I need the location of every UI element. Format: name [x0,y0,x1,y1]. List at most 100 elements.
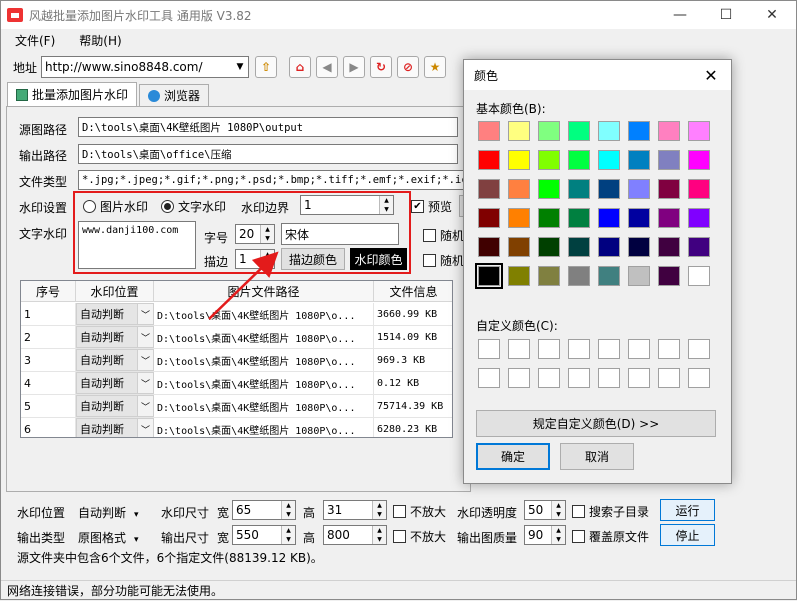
stop-button[interactable]: 停止 [660,524,715,546]
custom-color-swatch[interactable] [688,368,710,388]
output-width-spinner[interactable]: 550 ▲ ▼ [232,525,296,545]
color-swatch[interactable] [538,179,560,199]
color-swatch[interactable] [688,179,710,199]
color-swatch[interactable] [658,179,680,199]
wm-width-spinner[interactable]: 65 ▲ ▼ [232,500,296,520]
color-swatch[interactable] [568,266,590,286]
color-swatch[interactable] [568,150,590,170]
color-swatch[interactable] [538,121,560,141]
color-swatch[interactable] [568,121,590,141]
custom-color-swatch[interactable] [628,368,650,388]
chevron-down-icon[interactable]: ▾ [134,510,139,520]
color-swatch[interactable] [538,237,560,257]
color-swatch[interactable] [508,179,530,199]
color-swatch[interactable] [598,150,620,170]
color-swatch[interactable] [478,237,500,257]
chevron-down-icon[interactable]: ▾ [134,535,139,545]
tab-browser[interactable]: 浏览器 [139,84,210,106]
color-swatch[interactable] [688,208,710,228]
forward-icon[interactable]: ▶ [343,56,366,78]
color-swatch[interactable] [508,150,530,170]
color-swatch[interactable] [688,266,710,286]
color-swatch[interactable] [568,179,590,199]
define-custom-colors-button[interactable]: 规定自定义颜色(D) >> [476,410,716,437]
color-swatch[interactable] [628,266,650,286]
color-swatch[interactable] [598,266,620,286]
chevron-down-icon[interactable]: ﹀ [137,373,153,393]
column-header-path[interactable]: 图片文件路径 [154,281,374,302]
column-header-info[interactable]: 文件信息 [374,281,452,302]
table-row[interactable]: 3 自动判断 ﹀ D:\tools\桌面\4K壁纸图片 1080P\o... 96… [21,349,452,372]
color-swatch[interactable] [598,121,620,141]
custom-color-swatch[interactable] [628,339,650,359]
cancel-button[interactable]: 取消 [560,443,634,470]
color-swatch[interactable] [568,237,590,257]
table-row[interactable]: 4 自动判断 ﹀ D:\tools\桌面\4K壁纸图片 1080P\o... 0.… [21,372,452,395]
random-checkbox-2[interactable]: 随机 [423,252,464,269]
menu-file[interactable]: 文件(F) [15,32,55,49]
custom-color-swatch[interactable] [598,368,620,388]
color-swatch[interactable] [688,121,710,141]
custom-color-swatch[interactable] [658,368,680,388]
custom-color-swatch[interactable] [568,339,590,359]
tab-batch-watermark[interactable]: 批量添加图片水印 [7,82,138,106]
custom-color-swatch[interactable] [508,339,530,359]
chevron-down-icon[interactable]: ▼ [232,57,248,77]
custom-color-swatch[interactable] [508,368,530,388]
output-type-select[interactable]: 原图格式 ▾ [78,529,152,546]
color-swatch[interactable] [538,150,560,170]
close-button[interactable]: ✕ [749,1,795,29]
color-swatch[interactable] [658,121,680,141]
close-icon[interactable]: ✕ [691,60,731,90]
chevron-down-icon[interactable]: ﹀ [137,396,153,416]
column-header-position[interactable]: 水印位置 [76,281,154,302]
color-swatch[interactable] [688,237,710,257]
color-swatch[interactable] [658,266,680,286]
color-swatch[interactable] [598,208,620,228]
color-swatch[interactable] [568,208,590,228]
color-swatch[interactable] [478,179,500,199]
color-swatch[interactable] [598,179,620,199]
custom-color-swatch[interactable] [598,339,620,359]
color-swatch[interactable] [688,150,710,170]
spinner-arrows[interactable]: ▲ ▼ [372,501,386,519]
color-swatch[interactable] [658,208,680,228]
preview-checkbox[interactable]: ✔ 预览 [411,198,452,215]
position-dropdown[interactable]: 自动判断 ﹀ [76,349,154,371]
color-swatch[interactable] [478,150,500,170]
output-path-input[interactable]: D:\tools\桌面\office\压缩 [78,144,458,164]
chevron-down-icon[interactable]: ﹀ [137,350,153,370]
no-enlarge-checkbox-2[interactable]: 不放大 [393,528,446,545]
color-swatch[interactable] [508,237,530,257]
back-icon[interactable]: ◀ [316,56,339,78]
address-input[interactable]: http://www.sino8848.com/ ▼ [41,56,250,78]
color-swatch[interactable] [508,266,530,286]
table-row[interactable]: 5 自动判断 ﹀ D:\tools\桌面\4K壁纸图片 1080P\o... 75… [21,395,452,418]
home-icon[interactable]: ⌂ [289,56,312,78]
spinner-arrows[interactable]: ▲ ▼ [281,501,295,519]
color-swatch[interactable] [475,263,503,289]
random-checkbox-1[interactable]: 随机 [423,227,464,244]
chevron-down-icon[interactable]: ﹀ [137,327,153,347]
color-swatch[interactable] [628,179,650,199]
color-swatch[interactable] [538,266,560,286]
color-swatch[interactable] [628,121,650,141]
refresh-icon[interactable]: ↻ [370,56,393,78]
spinner-arrows[interactable]: ▲ ▼ [551,526,565,544]
table-row[interactable]: 1 自动判断 ﹀ D:\tools\桌面\4K壁纸图片 1080P\o... 36… [21,303,452,326]
position-dropdown[interactable]: 自动判断 ﹀ [76,372,154,394]
go-icon[interactable]: ⇧ [255,56,278,78]
position-dropdown[interactable]: 自动判断 ﹀ [76,303,154,325]
menu-help[interactable]: 帮助(H) [79,32,121,49]
color-swatch[interactable] [628,150,650,170]
wm-height-spinner[interactable]: 31 ▲ ▼ [323,500,387,520]
stop-icon[interactable]: ⊘ [397,56,420,78]
minimize-button[interactable]: — [657,1,703,29]
color-swatch[interactable] [508,121,530,141]
column-header-no[interactable]: 序号 [21,281,76,302]
table-row[interactable]: 6 自动判断 ﹀ D:\tools\桌面\4K壁纸图片 1080P\o... 62… [21,418,452,437]
run-button[interactable]: 运行 [660,499,715,521]
quality-spinner[interactable]: 90 ▲ ▼ [524,525,566,545]
custom-color-swatch[interactable] [658,339,680,359]
opacity-spinner[interactable]: 50 ▲ ▼ [524,500,566,520]
